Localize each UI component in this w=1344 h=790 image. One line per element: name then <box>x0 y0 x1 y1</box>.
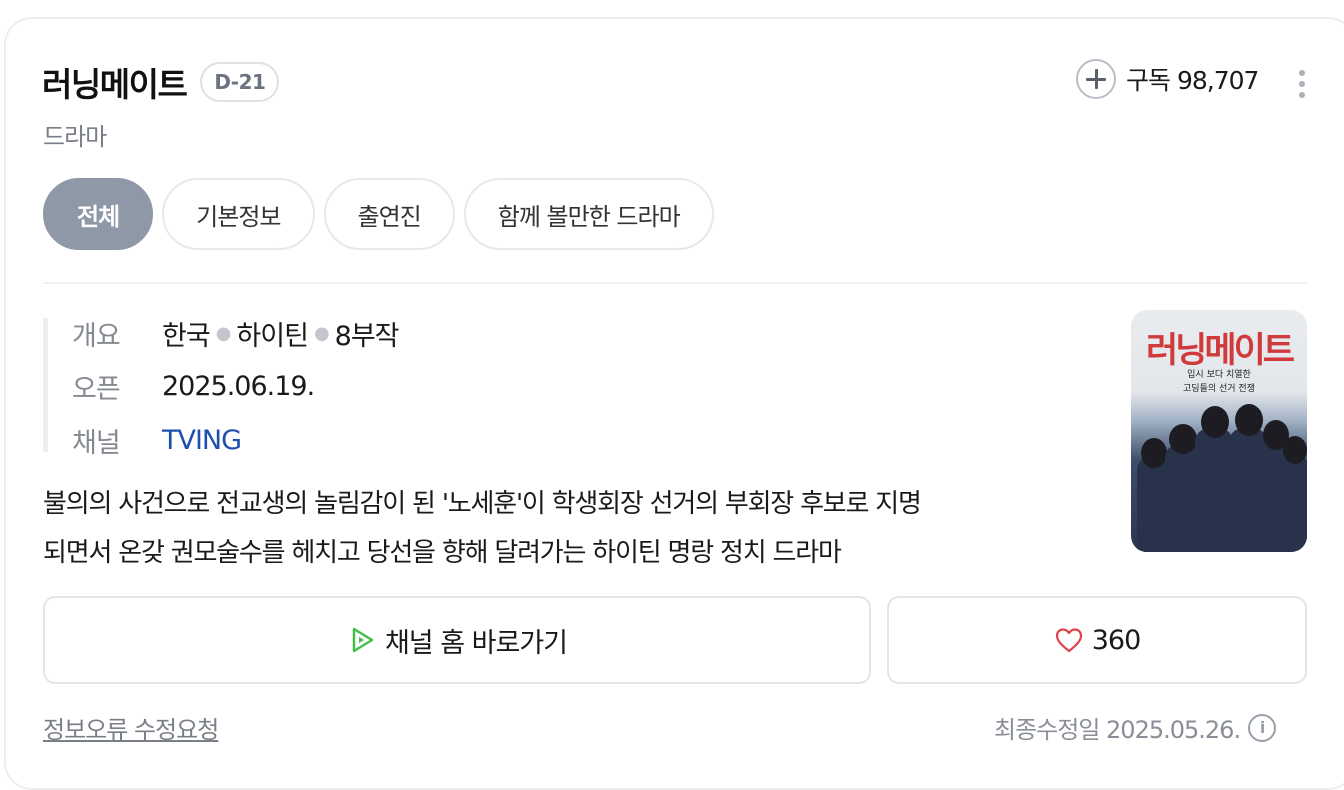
summary-episodes: 8부작 <box>334 320 400 352</box>
report-error-link[interactable]: 정보오류 수정요청 <box>43 710 219 745</box>
open-label: 오픈 <box>72 373 121 405</box>
last-updated-text: 최종수정일 2025.05.26. <box>994 716 1241 744</box>
channel-home-button[interactable]: 채널 홈 바로가기 <box>43 596 871 684</box>
info-icon[interactable]: i <box>1248 713 1277 742</box>
open-date: 2025.06.19. <box>162 370 315 402</box>
channel-label: 채널 <box>72 427 121 459</box>
play-icon <box>352 627 374 653</box>
divider <box>43 282 1307 284</box>
summary-label: 개요 <box>72 320 121 352</box>
synopsis-line: 되면서 온갖 권모술수를 헤치고 당선을 향해 달려가는 하이틴 명랑 정치 드… <box>43 538 842 568</box>
like-count: 360 <box>1091 624 1142 656</box>
info-row-channel: 채널 TVING <box>72 420 242 460</box>
synopsis-line: 불의의 사건으로 전교생의 놀림감이 된 '노세훈'이 학생회장 선거의 부회장… <box>43 489 922 519</box>
tab-bar: 전체 기본정보 출연진 함께 볼만한 드라마 <box>43 178 723 250</box>
channel-link[interactable]: TVING <box>162 425 242 456</box>
tab-cast[interactable]: 출연진 <box>323 178 455 250</box>
poster-title: 러닝메이트 <box>1145 331 1295 371</box>
heart-icon <box>1055 628 1082 653</box>
summary-country: 한국 <box>162 320 211 352</box>
tab-basic-info[interactable]: 기본정보 <box>162 178 315 250</box>
title-row: 러닝메이트 D-21 <box>42 58 280 106</box>
last-updated: 최종수정일 2025.05.26. i <box>994 710 1277 745</box>
poster-tagline: 입시 보다 치열한 고딩들의 선거 전쟁 <box>1183 370 1255 394</box>
separator-dot: ● <box>313 322 330 344</box>
separator-dot: ● <box>215 322 232 344</box>
more-options-icon[interactable] <box>1295 70 1309 104</box>
info-row-summary: 개요 한국 ● 하이틴 ● 8부작 <box>72 313 400 353</box>
tab-recommended-dramas[interactable]: 함께 볼만한 드라마 <box>463 178 714 250</box>
channel-home-label: 채널 홈 바로가기 <box>384 627 568 659</box>
genre-label: 드라마 <box>43 123 107 151</box>
info-row-open: 오픈 2025.06.19. <box>72 366 315 406</box>
poster-image[interactable]: 러닝메이트 입시 보다 치열한 고딩들의 선거 전쟁 <box>1131 310 1307 552</box>
drama-title[interactable]: 러닝메이트 <box>42 58 188 106</box>
synopsis: 불의의 사건으로 전교생의 놀림감이 된 '노세훈'이 학생회장 선거의 부회장… <box>43 480 1103 578</box>
like-button[interactable]: 360 <box>887 596 1307 684</box>
plus-icon <box>1076 59 1116 99</box>
summary-genre: 하이틴 <box>236 320 309 352</box>
subscribe-count: 구독 98,707 <box>1126 66 1259 95</box>
tab-all[interactable]: 전체 <box>43 178 154 250</box>
info-accent-bar <box>43 318 48 452</box>
dday-badge: D-21 <box>200 62 280 102</box>
subscribe-button[interactable]: 구독 98,707 <box>1076 58 1259 100</box>
